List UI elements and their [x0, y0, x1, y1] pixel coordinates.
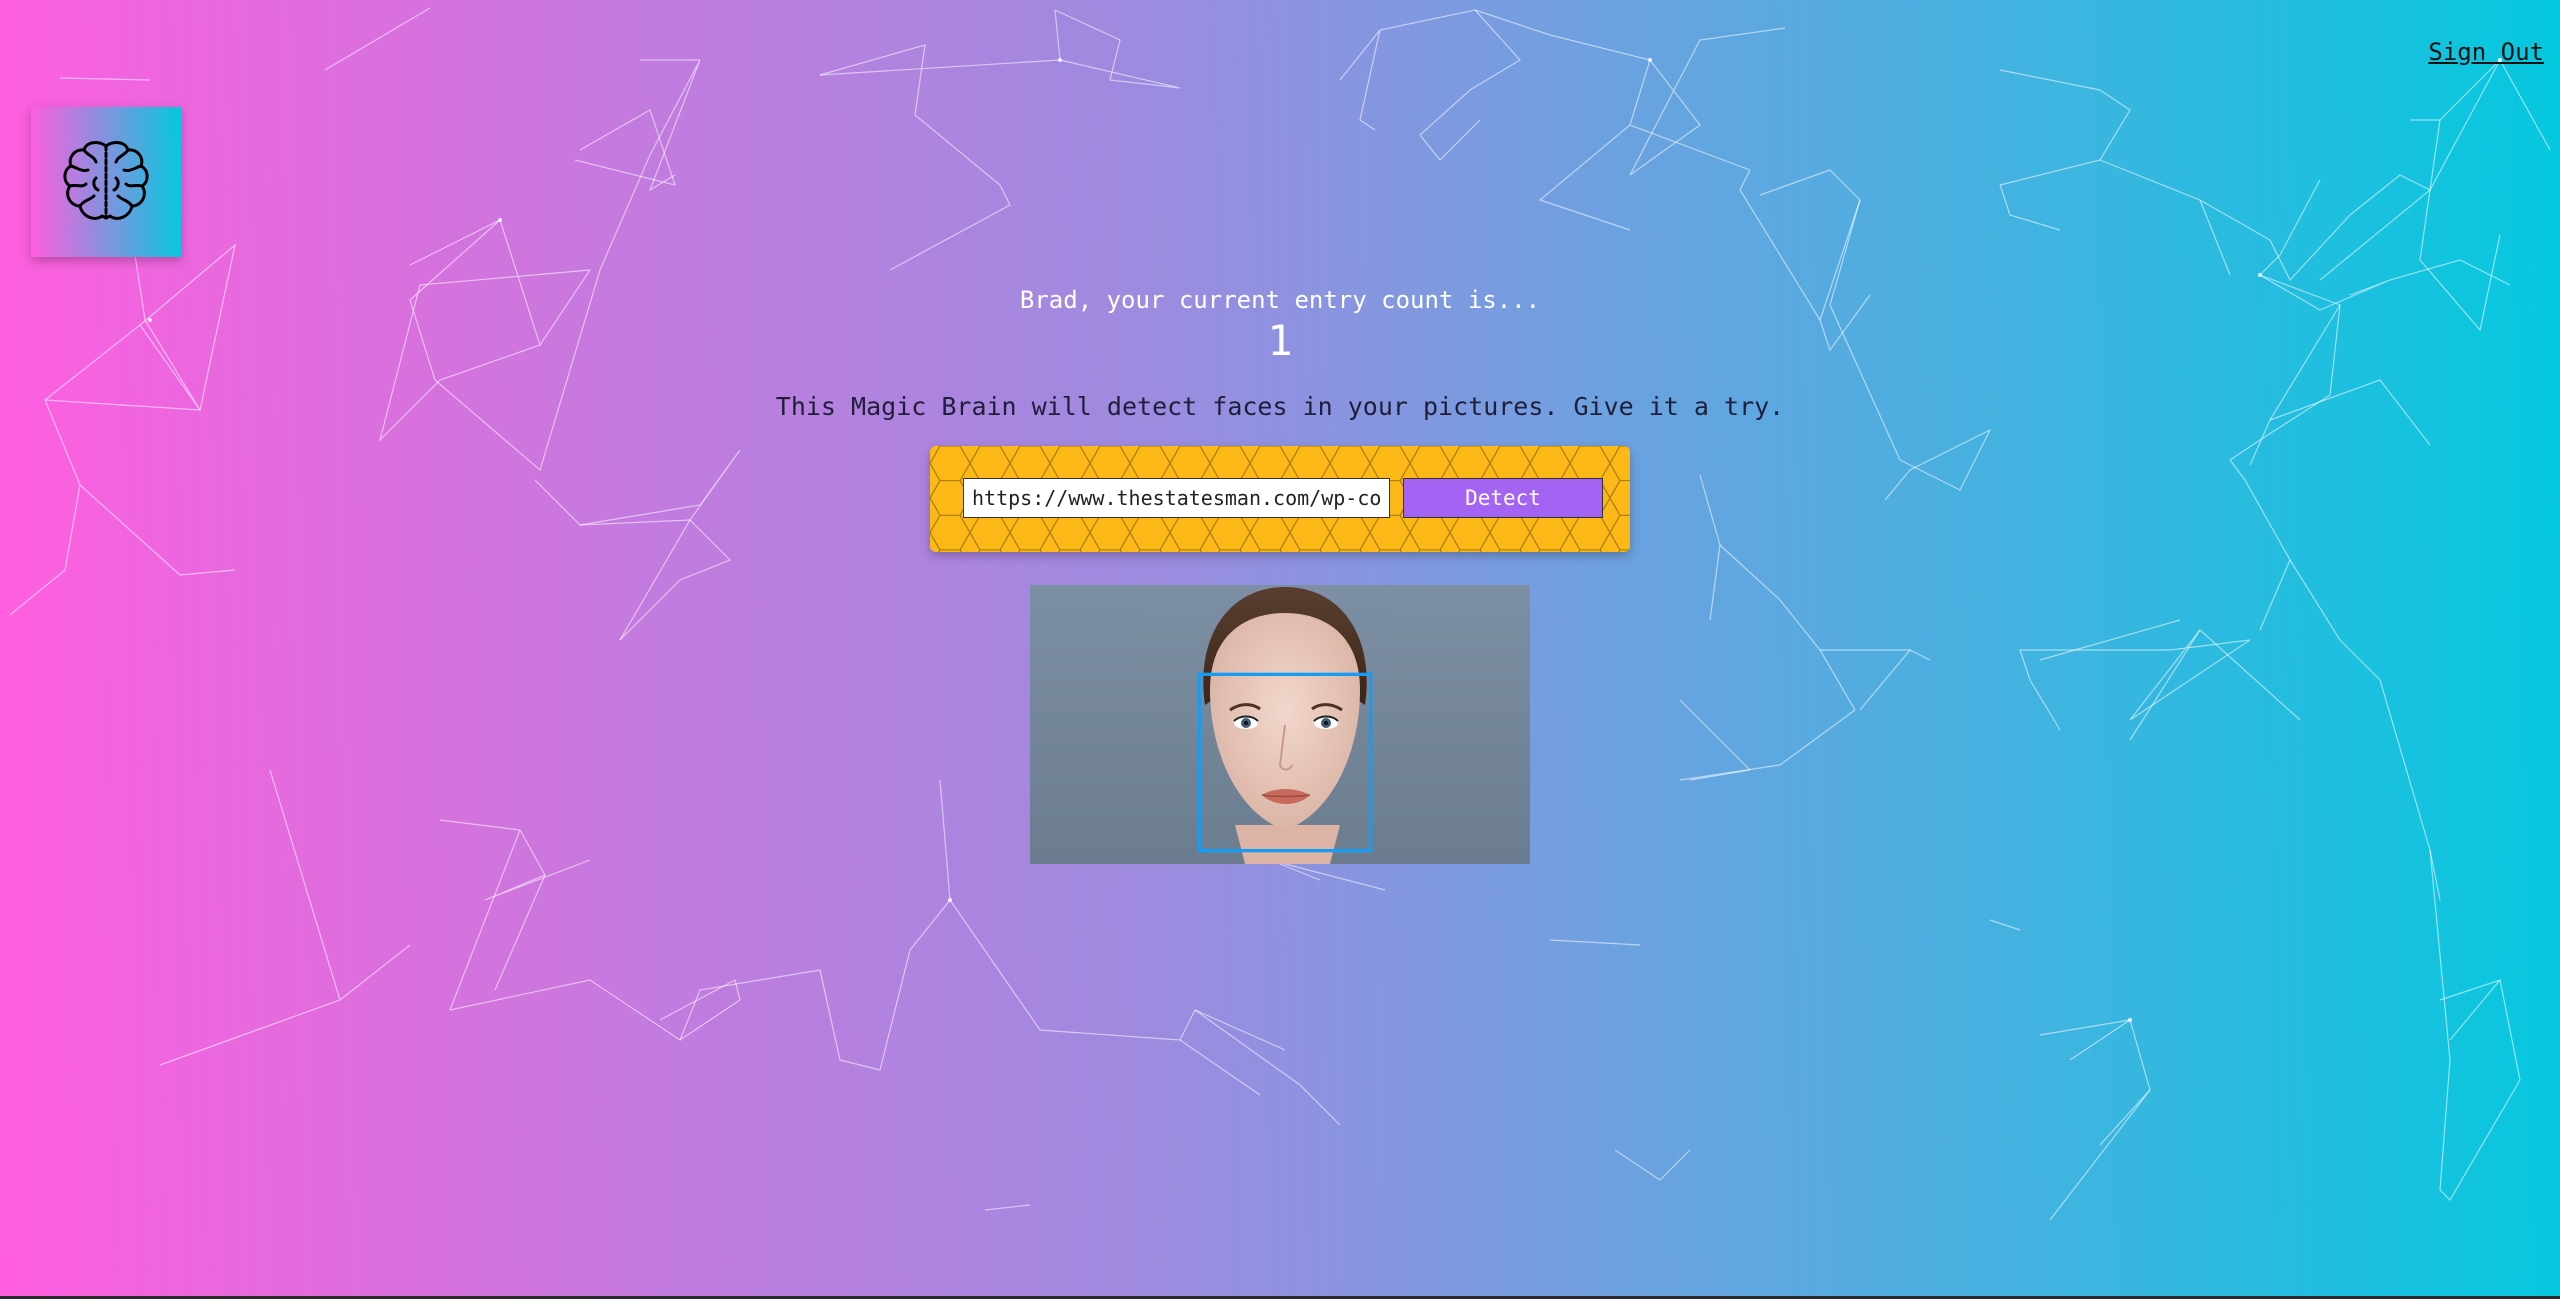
input-image-container [1030, 585, 1530, 864]
intro-text: This Magic Brain will detect faces in yo… [775, 392, 1785, 421]
logo[interactable] [31, 107, 181, 257]
brain-icon [63, 141, 149, 220]
detect-button[interactable]: Detect [1403, 478, 1603, 518]
entry-count-label: Brad, your current entry count is... [1019, 286, 1541, 314]
sign-out-link[interactable]: Sign Out [2428, 38, 2544, 66]
image-url-input[interactable] [963, 478, 1390, 518]
face-bounding-box [1198, 673, 1372, 852]
entry-count-value: 1 [1267, 316, 1293, 365]
image-url-form: Detect [930, 446, 1630, 552]
